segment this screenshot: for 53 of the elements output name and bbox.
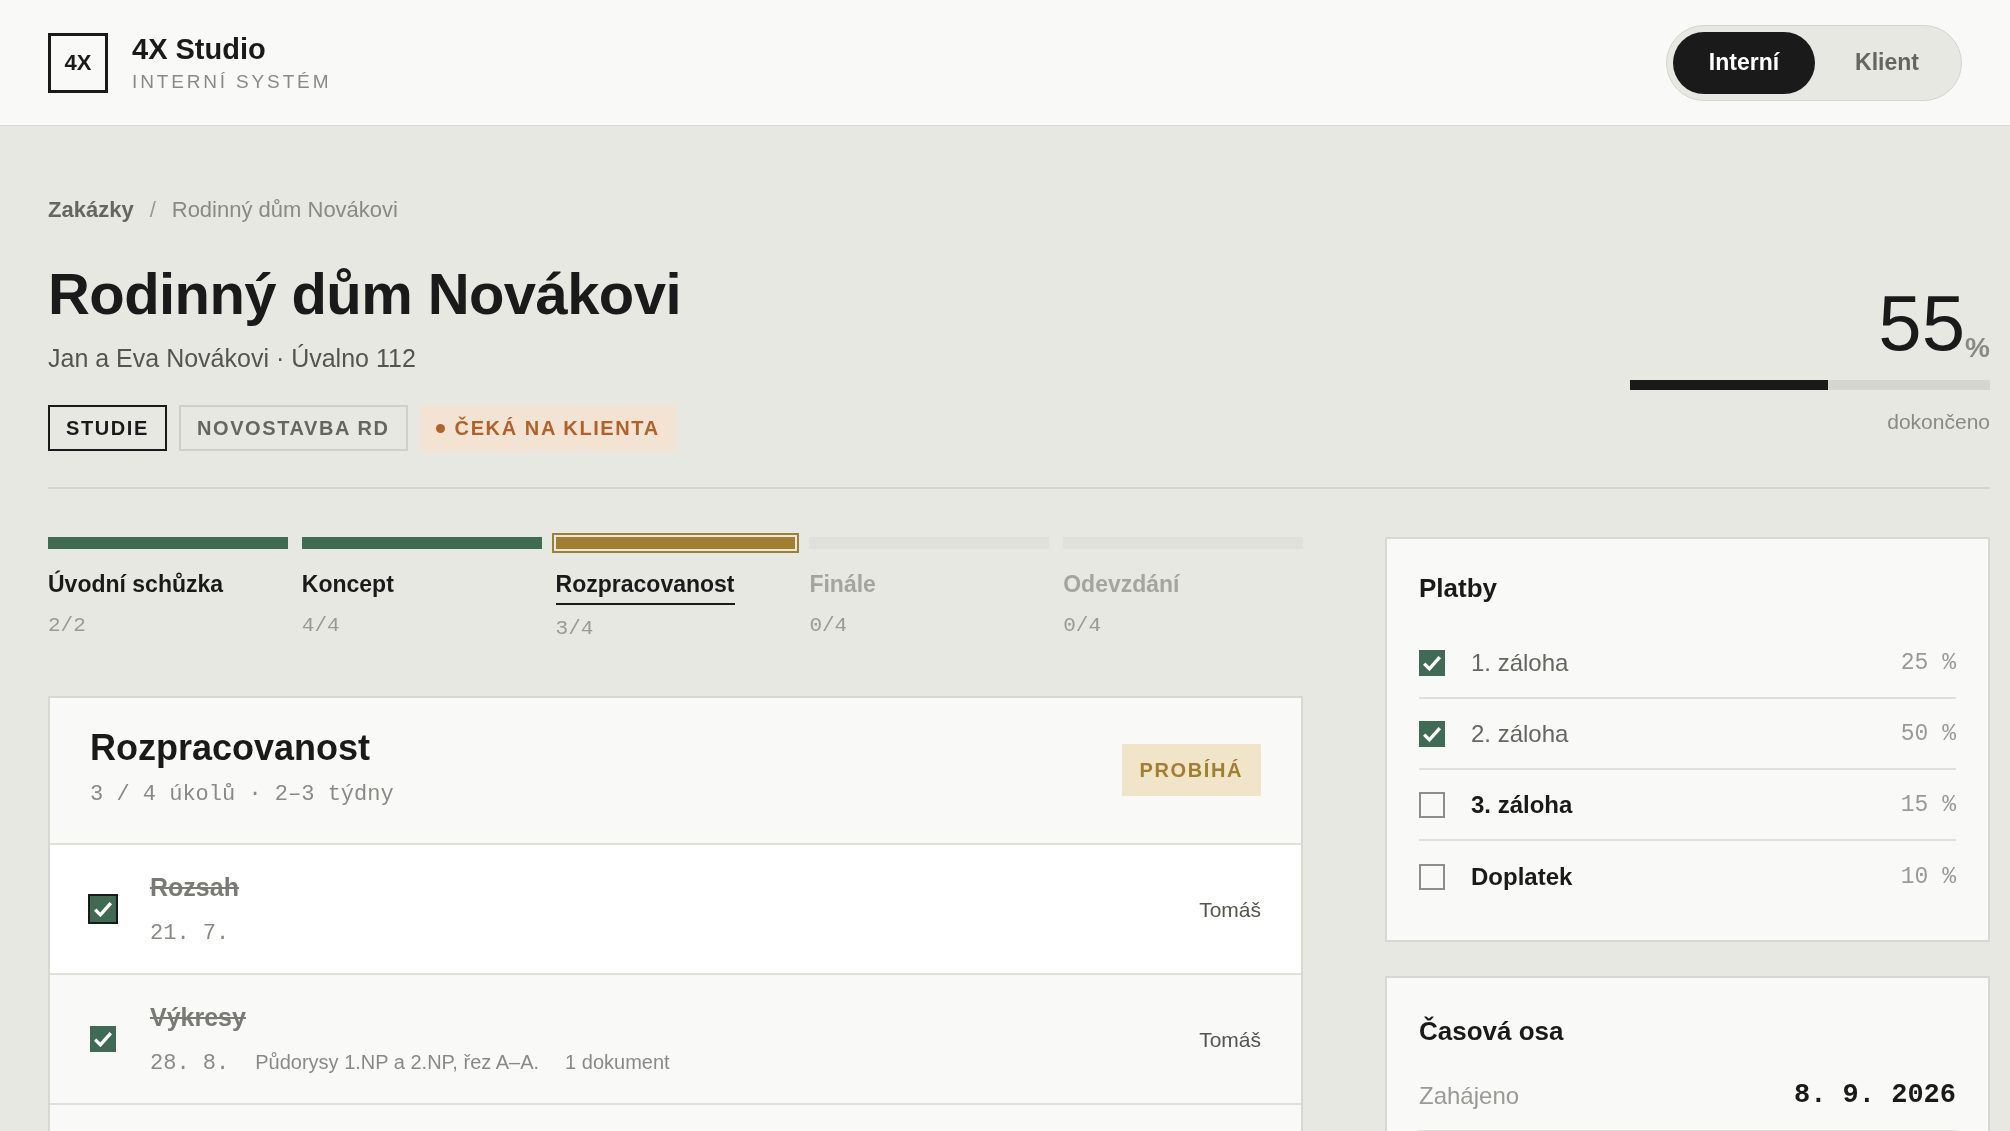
- stage-count: 4/4: [301, 612, 341, 639]
- checkbox[interactable]: [90, 896, 116, 923]
- payment-share: 15 %: [1900, 790, 1956, 820]
- view-tab[interactable]: Interní: [1672, 31, 1816, 94]
- payment-label: Doplatek: [1471, 861, 1574, 892]
- app-subtitle: INTERNÍ SYSTÉM: [132, 71, 332, 91]
- project-subtitle: Jan a Eva Novákovi · Úvalno 112: [48, 342, 417, 374]
- checkbox[interactable]: [1419, 791, 1445, 818]
- checkbox[interactable]: [1419, 863, 1445, 890]
- payment-share: 50 %: [1900, 719, 1956, 749]
- breadcrumb-current: Rodinný dům Novákovi: [171, 195, 398, 224]
- task-note: Půdorysy 1.NP a 2.NP, řez A–A.: [255, 1049, 540, 1075]
- stage-count: 2/2: [48, 612, 87, 639]
- payment-label: 1. záloha: [1471, 647, 1570, 678]
- task-assignee: Tomáš: [1199, 1026, 1261, 1053]
- tag: STUDIE: [48, 405, 167, 452]
- stage-tab[interactable]: Úvodní schůzka: [48, 567, 224, 602]
- project-title: Rodinný dům Novákovi: [48, 262, 681, 326]
- breadcrumb-link[interactable]: Zakázky: [48, 192, 134, 226]
- task-title: Rozsah: [150, 872, 239, 904]
- stage-title: Rozpracovanost: [90, 730, 372, 767]
- task-row[interactable]: Rozsah 21. 7. Tomáš: [50, 845, 1301, 976]
- stage-count: 0/4: [809, 612, 849, 639]
- status-badge: PROBÍHÁ: [1121, 744, 1261, 797]
- stage-count: 3/4: [555, 615, 595, 642]
- progress-unit: %: [1965, 333, 1990, 362]
- progress-label: dokončeno: [1887, 408, 1990, 435]
- breadcrumb-separator: /: [149, 195, 156, 224]
- timeline-date: 8. 9. 2026: [1793, 1079, 1956, 1113]
- card-title: Časová osa: [1419, 1015, 1565, 1049]
- status-tag: ČEKÁ NA KLIENTA: [419, 405, 676, 452]
- stage-tab[interactable]: Rozpracovanost: [555, 567, 735, 605]
- task-date: 28. 8.: [150, 1049, 230, 1078]
- timeline-label: Zahájeno: [1419, 1080, 1520, 1111]
- stage-count: 0/4: [1063, 612, 1102, 639]
- tag: NOVOSTAVBA RD: [178, 405, 408, 452]
- payment-label: 2. záloha: [1471, 718, 1570, 749]
- task-assignee: Tomáš: [1199, 896, 1261, 923]
- checkbox[interactable]: [90, 1026, 116, 1053]
- stage-meta: 3 / 4 úkolů · 2–3 týdny: [90, 781, 394, 810]
- logo: 4X: [48, 32, 108, 93]
- card-title: Platby: [1419, 572, 1499, 606]
- task-date: 21. 7.: [150, 919, 230, 948]
- view-tab[interactable]: Klient: [1819, 31, 1955, 94]
- app-title: 4X Studio: [132, 34, 267, 64]
- progress-value: 55: [1878, 283, 1966, 362]
- checkbox[interactable]: [1419, 649, 1445, 676]
- payment-label: 3. záloha: [1471, 789, 1574, 820]
- payment-share: 10 %: [1900, 862, 1956, 892]
- task-title: Výkresy: [150, 1002, 246, 1034]
- stage-tab[interactable]: Koncept: [301, 567, 394, 602]
- payment-share: 25 %: [1900, 648, 1956, 678]
- checkbox[interactable]: [1419, 720, 1445, 747]
